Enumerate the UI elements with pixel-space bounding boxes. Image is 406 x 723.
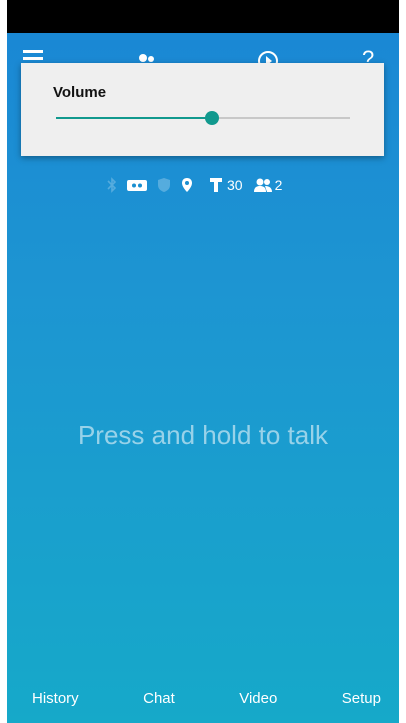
talk-indicator: 30 <box>209 177 243 193</box>
status-bar <box>7 0 399 33</box>
nav-video[interactable]: Video <box>239 690 277 707</box>
shield-icon <box>157 177 171 193</box>
record-icon <box>127 178 147 192</box>
slider-thumb[interactable] <box>204 111 219 125</box>
talk-count: 30 <box>227 177 243 193</box>
users-count: 2 <box>274 177 283 193</box>
volume-popup: Volume <box>21 63 384 156</box>
talk-icon <box>210 178 222 192</box>
volume-slider[interactable] <box>56 111 350 125</box>
volume-title: Volume <box>53 84 107 101</box>
users-indicator: 2 <box>253 177 283 193</box>
push-to-talk-area[interactable]: Press and hold to talk <box>7 420 399 451</box>
nav-history[interactable]: History <box>32 690 79 707</box>
bluetooth-icon <box>107 177 117 193</box>
nav-chat[interactable]: Chat <box>143 690 175 707</box>
users-icon <box>253 178 272 192</box>
nav-setup[interactable]: Setup <box>342 690 381 707</box>
bottom-nav: History Chat Video Setup <box>7 673 399 723</box>
location-icon <box>181 177 193 193</box>
app-screen: ? Volume 30 2 Press and hold to talk His… <box>7 0 399 723</box>
status-indicators: 30 2 <box>107 175 282 195</box>
slider-fill <box>56 117 212 119</box>
